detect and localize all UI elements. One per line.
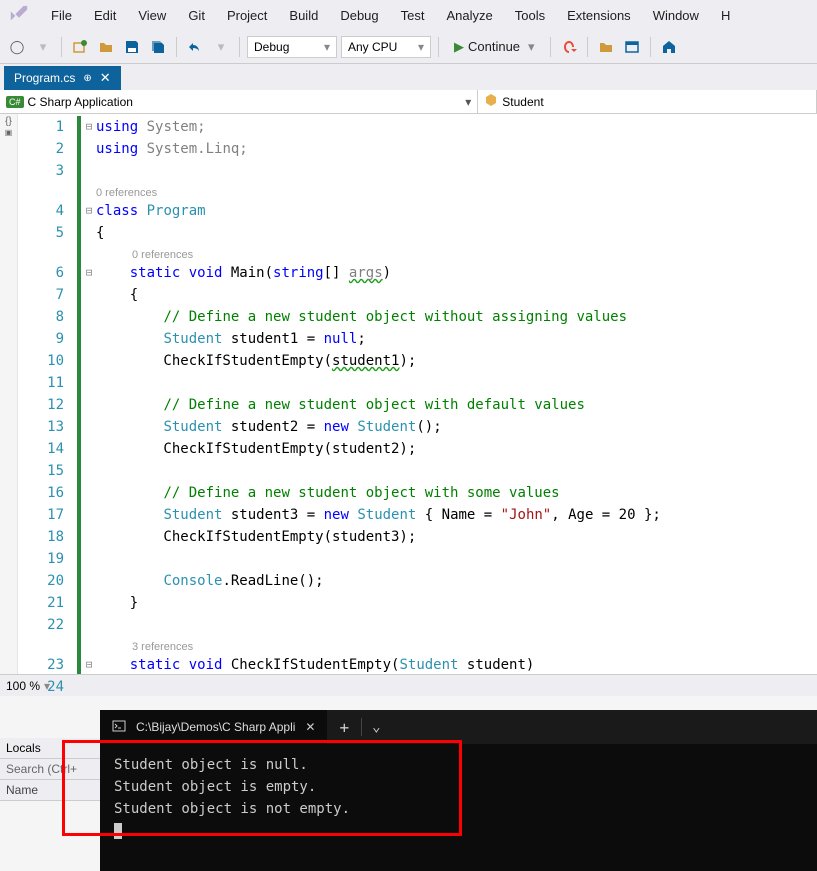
close-icon[interactable]: ✕ [305, 720, 315, 734]
menu-file[interactable]: File [41, 4, 82, 27]
project-dropdown[interactable]: C# C Sharp Application ▾ [0, 90, 478, 113]
new-tab-button[interactable]: + [327, 718, 361, 737]
fold-toggle[interactable]: ⊟ [82, 654, 96, 676]
class-icon [484, 93, 498, 110]
undo-button[interactable] [184, 36, 206, 58]
config-dropdown[interactable]: Debug▾ [247, 36, 337, 58]
menu-tools[interactable]: Tools [505, 4, 555, 27]
menu-test[interactable]: Test [391, 4, 435, 27]
menu-edit[interactable]: Edit [84, 4, 126, 27]
locals-title: Locals [0, 738, 100, 759]
code-content[interactable]: using System;using System.Linq;0 referen… [96, 114, 817, 674]
platform-dropdown[interactable]: Any CPU▾ [341, 36, 431, 58]
csharp-icon: C# [6, 96, 24, 108]
menu-bar: FileEditViewGitProjectBuildDebugTestAnal… [0, 0, 817, 30]
pin-icon[interactable]: ⊕ [83, 73, 91, 84]
menu-extensions[interactable]: Extensions [557, 4, 641, 27]
chevron-down-icon: ▾ [465, 95, 471, 109]
document-tabs: Program.cs ⊕ ✕ [0, 64, 817, 90]
editor-status-bar: 100 % ▾ [0, 674, 817, 696]
menu-debug[interactable]: Debug [330, 4, 388, 27]
close-icon[interactable]: ✕ [100, 70, 111, 86]
terminal-window: C:\Bijay\Demos\C Sharp Appli ✕ + ⌄ Stude… [100, 710, 817, 871]
hot-reload-button[interactable] [558, 36, 580, 58]
window-button[interactable] [621, 36, 643, 58]
tab-program-cs[interactable]: Program.cs ⊕ ✕ [4, 66, 121, 90]
save-all-button[interactable] [147, 36, 169, 58]
terminal-icon [112, 719, 126, 736]
chevron-down-icon[interactable]: ▾ [44, 679, 50, 693]
type-dropdown[interactable]: Student [478, 90, 817, 113]
play-icon: ▶ [454, 39, 464, 55]
continue-button[interactable]: ▶ Continue ▾ [446, 36, 543, 58]
terminal-tab[interactable]: C:\Bijay\Demos\C Sharp Appli ✕ [100, 710, 327, 744]
fold-toggle[interactable]: ⊟ [82, 200, 96, 222]
folder-button[interactable] [595, 36, 617, 58]
nav-fwd-button[interactable]: ▾ [32, 36, 54, 58]
code-editor[interactable]: {}▣ 123456789101112131415161718192021222… [0, 114, 817, 674]
fold-toggle[interactable]: ⊟ [82, 116, 96, 138]
menu-git[interactable]: Git [178, 4, 215, 27]
menu-h[interactable]: H [711, 4, 740, 27]
menu-project[interactable]: Project [217, 4, 277, 27]
locals-column-name[interactable]: Name [0, 780, 100, 801]
nav-dropdowns: C# C Sharp Application ▾ Student [0, 90, 817, 114]
toolbar: ◯ ▾ ▾ Debug▾ Any CPU▾ ▶ Continue ▾ [0, 30, 817, 64]
locals-search-input[interactable]: Search (Ctrl+ [0, 759, 100, 780]
outline-margin: {}▣ [0, 114, 18, 674]
terminal-tabbar: C:\Bijay\Demos\C Sharp Appli ✕ + ⌄ [100, 710, 817, 744]
home-button[interactable] [658, 36, 680, 58]
zoom-level[interactable]: 100 % [6, 679, 40, 693]
locals-panel: Locals Search (Ctrl+ Name [0, 738, 100, 801]
menu-analyze[interactable]: Analyze [436, 4, 502, 27]
redo-button[interactable]: ▾ [210, 36, 232, 58]
terminal-output[interactable]: Student object is null.Student object is… [100, 744, 817, 852]
fold-margin[interactable]: ⊟ ⊟ ⊟ ⊟ [82, 114, 96, 674]
nav-back-button[interactable]: ◯ [6, 36, 28, 58]
menu-view[interactable]: View [128, 4, 176, 27]
menu-build[interactable]: Build [279, 4, 328, 27]
open-button[interactable] [95, 36, 117, 58]
save-button[interactable] [121, 36, 143, 58]
menu-window[interactable]: Window [643, 4, 709, 27]
tab-menu-button[interactable]: ⌄ [362, 719, 390, 735]
fold-toggle[interactable]: ⊟ [82, 262, 96, 284]
new-project-button[interactable] [69, 36, 91, 58]
line-numbers: 123456789101112131415161718192021222324 [18, 114, 76, 674]
vs-logo-icon [5, 4, 33, 26]
